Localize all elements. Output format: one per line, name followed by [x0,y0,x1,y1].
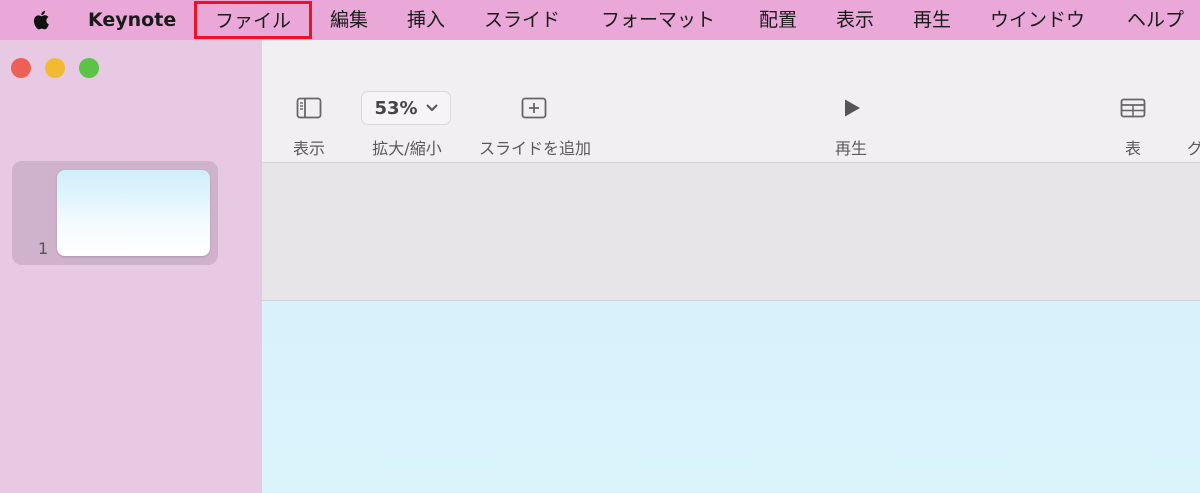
menu-arrange[interactable]: 配置 [759,0,797,40]
chart-label-partial: グ [1187,139,1200,158]
menu-slide[interactable]: スライド [484,0,560,40]
menu-view[interactable]: 表示 [836,0,874,40]
toolbar: 表示 53% 拡大/縮小 スライドを追加 再生 表 グ [262,40,1200,163]
play-icon[interactable] [842,98,862,118]
zoom-dropdown[interactable]: 53% [361,91,451,125]
menu-format[interactable]: フォーマット [601,0,715,40]
close-window-button[interactable] [11,58,31,78]
zoom-label: 拡大/縮小 [372,139,442,158]
menu-app-keynote[interactable]: Keynote [88,0,176,40]
zoom-window-button[interactable] [79,58,99,78]
slide-number: 1 [38,239,49,258]
table-icon[interactable] [1120,98,1146,118]
apple-icon[interactable] [30,8,54,32]
menu-file[interactable]: ファイル [194,1,313,39]
play-label: 再生 [834,139,868,158]
canvas-background [262,163,1200,300]
menu-insert[interactable]: 挿入 [407,0,445,40]
slide-canvas[interactable] [262,300,1200,493]
sidebar-view-icon[interactable] [296,97,322,119]
slide-navigator-sidebar [0,40,262,492]
slide-thumbnail[interactable] [57,170,210,256]
menu-play[interactable]: 再生 [913,0,951,40]
view-label: 表示 [292,139,326,158]
menu-help[interactable]: ヘルプ [1127,0,1184,40]
table-label: 表 [1124,139,1142,158]
zoom-value: 53% [374,97,418,119]
minimize-window-button[interactable] [45,58,65,78]
menu-edit[interactable]: 編集 [330,0,368,40]
chevron-down-icon [426,104,438,111]
add-slide-icon[interactable] [521,97,547,119]
menu-bar: Keynote ファイル 編集 挿入 スライド フォーマット 配置 表示 再生 … [0,0,1200,40]
menu-window[interactable]: ウインドウ [990,0,1085,40]
add-slide-label: スライドを追加 [478,139,592,158]
